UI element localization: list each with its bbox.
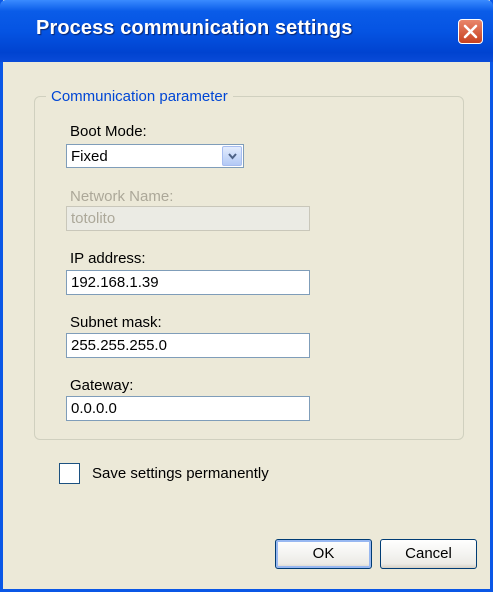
boot-mode-label: Boot Mode: bbox=[70, 123, 147, 140]
ok-button[interactable]: OK bbox=[275, 539, 372, 569]
cancel-button[interactable]: Cancel bbox=[380, 539, 477, 569]
boot-mode-select[interactable]: Fixed bbox=[66, 144, 244, 168]
ip-address-label: IP address: bbox=[70, 250, 146, 267]
subnet-mask-field[interactable]: 255.255.255.0 bbox=[66, 333, 310, 358]
window-title: Process communication settings bbox=[36, 17, 353, 39]
close-icon bbox=[463, 24, 478, 39]
network-name-label: Network Name: bbox=[70, 188, 174, 205]
save-permanently-checkbox[interactable] bbox=[59, 463, 80, 484]
chevron-down-icon bbox=[228, 153, 237, 160]
title-bar[interactable]: Process communication settings bbox=[0, 0, 493, 62]
subnet-mask-label: Subnet mask: bbox=[70, 314, 162, 331]
network-name-field: totolito bbox=[66, 206, 310, 231]
ip-address-field[interactable]: 192.168.1.39 bbox=[66, 270, 310, 295]
save-permanently-label[interactable]: Save settings permanently bbox=[92, 465, 269, 482]
gateway-label: Gateway: bbox=[70, 377, 134, 394]
dropdown-button[interactable] bbox=[222, 146, 242, 166]
close-button[interactable] bbox=[458, 19, 483, 44]
group-legend: Communication parameter bbox=[46, 88, 233, 105]
boot-mode-value: Fixed bbox=[71, 148, 108, 165]
gateway-field[interactable]: 0.0.0.0 bbox=[66, 396, 310, 421]
